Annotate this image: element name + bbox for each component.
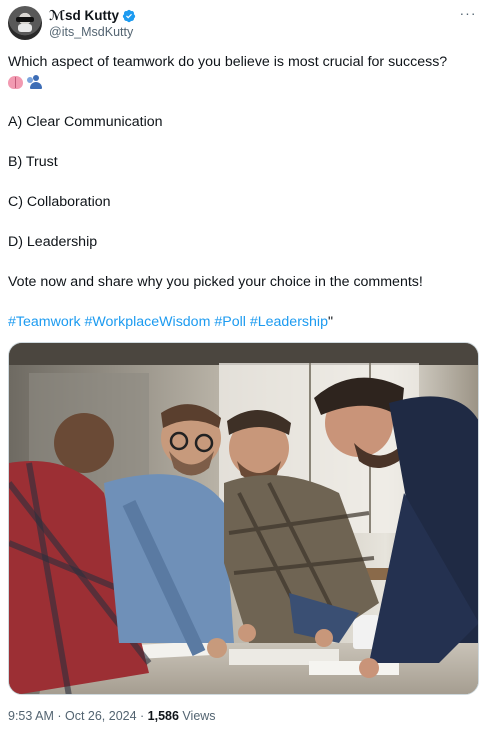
- separator: ·: [53, 709, 65, 723]
- more-options-button[interactable]: ···: [458, 5, 478, 24]
- trailing-quote: ": [327, 314, 333, 330]
- hashtag-row: #Teamwork #WorkplaceWisdom #Poll #Leader…: [8, 312, 478, 332]
- display-name[interactable]: ℳsd Kutty: [49, 8, 119, 24]
- option-c: C) Collaboration: [8, 194, 111, 210]
- brain-emoji-icon: [8, 75, 23, 89]
- post-image[interactable]: [8, 342, 479, 695]
- hashtag-leadership[interactable]: #Leadership: [250, 314, 328, 330]
- hashtag-poll[interactable]: #Poll: [214, 314, 246, 330]
- team-meeting-photo: [9, 343, 478, 694]
- name-row: ℳsd Kutty: [49, 7, 136, 24]
- option-b: B) Trust: [8, 154, 58, 170]
- poll-question: Which aspect of teamwork do you believe …: [8, 54, 448, 70]
- avatar-mask: [18, 24, 32, 32]
- author-handle[interactable]: @its_MsdKutty: [49, 25, 136, 39]
- people-emoji-icon: [25, 74, 42, 90]
- more-horizontal-icon: ···: [459, 5, 477, 21]
- post-meta: 9:53 AM · Oct 26, 2024 · 1,586 Views: [8, 709, 216, 723]
- author-info: ℳsd Kutty @its_MsdKutty: [49, 7, 136, 39]
- option-a: A) Clear Communication: [8, 114, 163, 130]
- post-time[interactable]: 9:53 AM: [8, 709, 54, 723]
- verified-badge-icon: [122, 9, 136, 22]
- hashtag-workplacewisdom[interactable]: #WorkplaceWisdom: [85, 314, 211, 330]
- emoji-row: [8, 72, 478, 92]
- hashtag-teamwork[interactable]: #Teamwork: [8, 314, 81, 330]
- option-d: D) Leadership: [8, 234, 98, 250]
- post-header: ℳsd Kutty @its_MsdKutty ···: [8, 6, 482, 42]
- call-to-action: Vote now and share why you picked your c…: [8, 274, 423, 290]
- views-label: Views: [178, 709, 216, 723]
- post-text: Which aspect of teamwork do you believe …: [8, 52, 478, 332]
- avatar[interactable]: [8, 6, 42, 40]
- avatar-sunglasses: [16, 17, 34, 22]
- separator: ·: [136, 709, 148, 723]
- views-count: 1,586: [147, 709, 179, 723]
- post-date[interactable]: Oct 26, 2024: [65, 709, 137, 723]
